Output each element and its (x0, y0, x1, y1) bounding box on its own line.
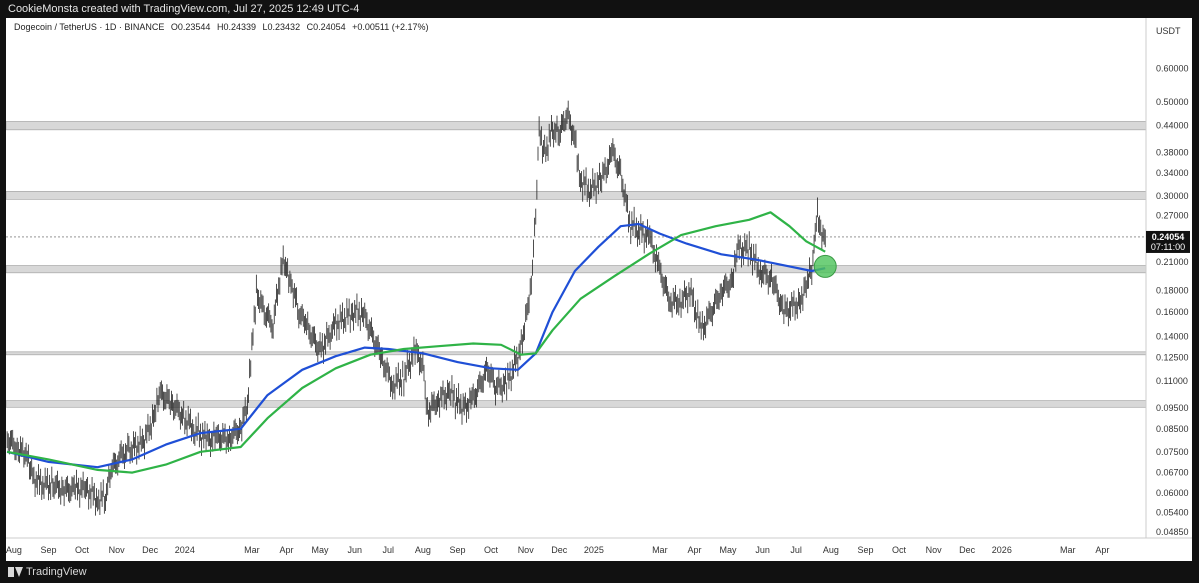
time-tick-label: Apr (280, 545, 294, 555)
time-tick-label: May (312, 545, 330, 555)
time-tick-label: Apr (1095, 545, 1109, 555)
zone-3 (6, 351, 1147, 356)
tradingview-brand: TradingView (26, 566, 87, 578)
price-tick-label: 0.11000 (1156, 376, 1188, 386)
time-tick-label: Mar (1060, 545, 1076, 555)
price-tick-label: 0.44000 (1156, 121, 1189, 131)
time-tick-label: 2025 (584, 545, 604, 555)
time-tick-label: Dec (142, 545, 159, 555)
time-tick-label: Oct (484, 545, 499, 555)
price-tick-label: 0.05400 (1156, 507, 1189, 517)
time-tick-label: 2026 (992, 545, 1012, 555)
time-tick-label: Nov (926, 545, 943, 555)
price-tick-label: 0.06700 (1156, 468, 1189, 478)
price-tick-label: 0.27000 (1156, 211, 1189, 221)
tradingview-logo-icon (8, 567, 23, 577)
time-tick-label: Nov (518, 545, 535, 555)
price-tick-label: 0.06000 (1156, 488, 1189, 498)
price-chart-svg[interactable]: 0.60000 0.50000 0.44000 0.38000 0.34000 0.300… (6, 18, 1192, 561)
price-tick-label: 0.21000 (1156, 257, 1189, 267)
price-tick-label: 0.04850 (1156, 527, 1189, 537)
time-tick-label: Sep (40, 545, 56, 555)
price-axis: 0.60000 0.50000 0.44000 0.38000 0.34000 0.300… (1156, 63, 1189, 537)
price-tick-label: 0.09500 (1156, 403, 1189, 413)
price-tick-label: 0.18000 (1156, 285, 1189, 295)
price-tick-label: 0.08500 (1156, 424, 1189, 434)
time-tick-label: Aug (415, 545, 431, 555)
signal-marker-layer (813, 254, 837, 278)
price-tick-label: 0.60000 (1156, 63, 1189, 73)
time-tick-label: Dec (959, 545, 976, 555)
last-price-countdown: 07:11:00 (1151, 242, 1185, 252)
support-resistance-zones (6, 121, 1147, 408)
price-candles-layer (6, 100, 826, 516)
time-tick-label: Oct (75, 545, 90, 555)
last-price-tag: 0.24054 07:11:00 (1146, 230, 1190, 253)
time-tick-label: 2024 (175, 545, 195, 555)
time-tick-label: Sep (857, 545, 873, 555)
time-tick-label: Mar (244, 545, 260, 555)
time-axis: Aug Sep Oct Nov Dec 2024 Mar Apr May Jun Jul Aug Sep… (6, 545, 1109, 555)
price-tick-label: 0.07500 (1156, 447, 1189, 457)
time-tick-label: May (719, 545, 737, 555)
time-tick-label: Apr (687, 545, 701, 555)
price-tick-label: 0.34000 (1156, 168, 1189, 178)
tradingview-logo[interactable]: TradingView (8, 561, 87, 583)
time-tick-label: Dec (551, 545, 568, 555)
time-tick-label: Sep (450, 545, 466, 555)
time-tick-label: Mar (652, 545, 668, 555)
time-tick-label: Aug (6, 545, 22, 555)
footer-bar: TradingView (0, 561, 1199, 583)
time-tick-label: Jun (347, 545, 362, 555)
crossover-marker (813, 254, 837, 278)
price-tick-label: 0.30000 (1156, 191, 1189, 201)
price-tick-label: 0.38000 (1156, 148, 1189, 158)
zone-1 (6, 191, 1147, 200)
price-tick-label: 0.12500 (1156, 353, 1189, 363)
zone-0 (6, 121, 1147, 131)
time-tick-label: Jul (382, 545, 394, 555)
chart-panel[interactable]: Dogecoin / TetherUS · 1D · BINANCE O0.23… (6, 18, 1192, 561)
price-tick-label: 0.16000 (1156, 307, 1189, 317)
time-tick-label: Jun (755, 545, 770, 555)
time-tick-label: Oct (892, 545, 907, 555)
header-caption: CookieMonsta created with TradingView.co… (0, 0, 1199, 18)
last-price-value: 0.24054 (1152, 232, 1185, 242)
price-tick-label: 0.14000 (1156, 332, 1189, 342)
time-tick-label: Jul (790, 545, 802, 555)
time-tick-label: Aug (823, 545, 839, 555)
screenshot-frame: CookieMonsta created with TradingView.co… (0, 0, 1199, 583)
time-tick-label: Nov (109, 545, 126, 555)
price-tick-label: 0.50000 (1156, 97, 1189, 107)
